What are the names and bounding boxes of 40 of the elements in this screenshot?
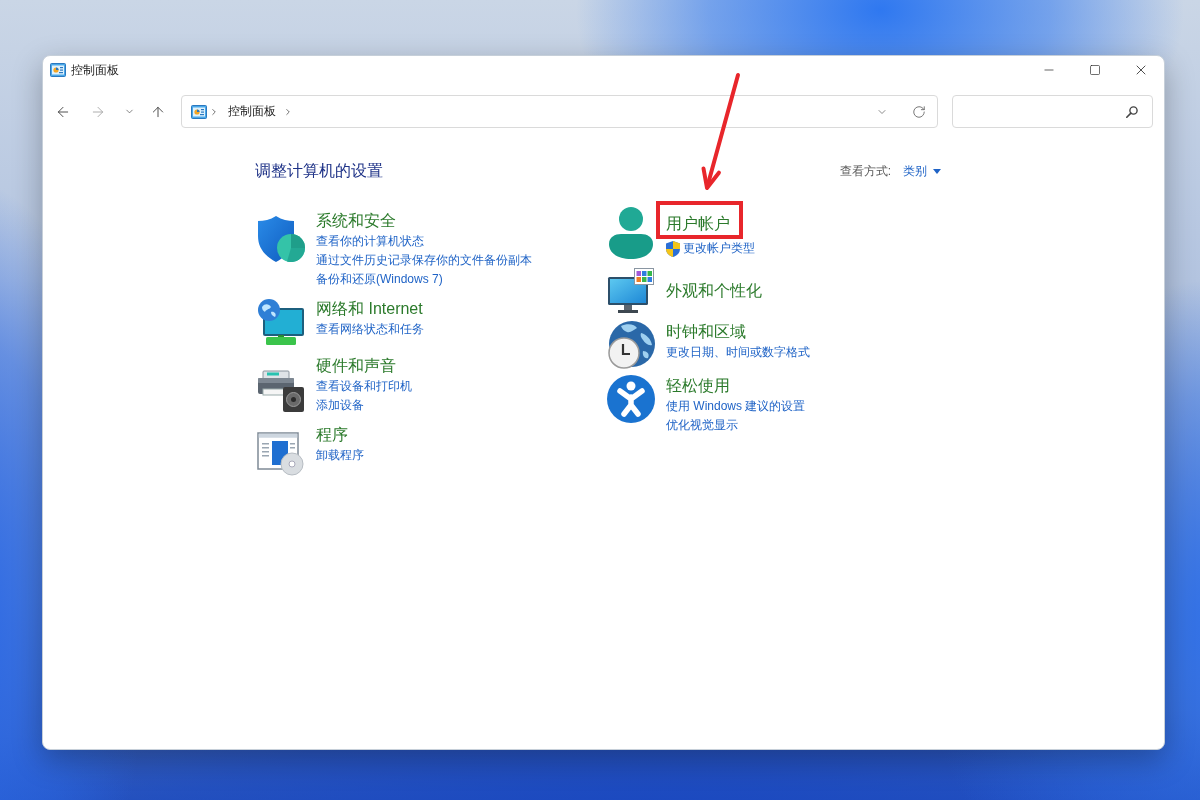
person-icon[interactable]	[607, 206, 655, 260]
maximize-icon[interactable]	[1089, 64, 1101, 76]
monitor-globe-icon[interactable]	[257, 298, 305, 346]
task-link[interactable]: 更改帐户类型	[666, 239, 755, 258]
category-title[interactable]: 轻松使用	[666, 375, 730, 397]
control-panel-icon	[191, 104, 207, 119]
accessibility-icon[interactable]	[607, 375, 655, 423]
category-title[interactable]: 程序	[316, 424, 348, 446]
view-by-label: 查看方式:	[839, 162, 891, 180]
task-link[interactable]: 优化视觉显示	[666, 416, 738, 435]
control-panel-icon	[50, 63, 66, 77]
task-link[interactable]: 通过文件历史记录保存你的文件备份副本	[316, 251, 532, 270]
category-title[interactable]: 外观和个性化	[666, 280, 762, 302]
task-link[interactable]: 更改日期、时间或数字格式	[666, 343, 810, 362]
category-title[interactable]: 系统和安全	[316, 210, 396, 232]
category-title[interactable]: 硬件和声音	[316, 355, 396, 377]
task-link[interactable]: 查看网络状态和任务	[316, 320, 424, 339]
breadcrumb[interactable]: 控制面板	[228, 103, 276, 120]
view-by-dropdown[interactable]: 类别	[903, 162, 941, 180]
category-title[interactable]: 用户帐户	[666, 213, 730, 235]
refresh-icon[interactable]	[912, 104, 926, 119]
category-title[interactable]: 时钟和区域	[666, 321, 746, 343]
chevron-right-icon[interactable]	[209, 106, 219, 117]
monitor-tiles-icon[interactable]	[607, 267, 655, 315]
globe-clock-icon[interactable]	[607, 321, 655, 369]
address-bar[interactable]: 控制面板	[181, 95, 938, 128]
search-field[interactable]	[952, 95, 1153, 128]
search-icon[interactable]	[1126, 105, 1138, 118]
task-link[interactable]: 使用 Windows 建议的设置	[666, 397, 806, 416]
task-link[interactable]: 备份和还原(Windows 7)	[316, 270, 443, 289]
category-title[interactable]: 网络和 Internet	[316, 298, 423, 320]
window-title: 控制面板	[71, 61, 119, 79]
chevron-right-icon[interactable]	[283, 106, 293, 117]
page-heading: 调整计算机的设置	[255, 161, 383, 181]
task-link[interactable]: 卸载程序	[316, 446, 364, 465]
task-link[interactable]: 添加设备	[316, 396, 364, 415]
caret-icon	[933, 168, 941, 174]
shield-icon[interactable]	[257, 215, 305, 263]
task-link[interactable]: 查看设备和打印机	[316, 377, 412, 396]
task-link[interactable]: 查看你的计算机状态	[316, 232, 424, 251]
